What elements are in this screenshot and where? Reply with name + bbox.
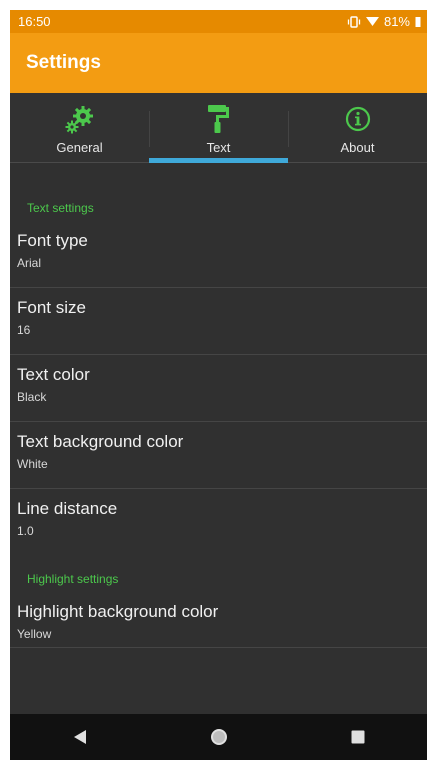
tab-about-label: About bbox=[340, 140, 375, 155]
section-header-text-settings: Text settings bbox=[27, 201, 94, 215]
battery-percent: 81% bbox=[383, 14, 410, 29]
tab-text-label: Text bbox=[206, 140, 231, 155]
pref-line-distance[interactable]: Line distance 1.0 bbox=[10, 489, 427, 556]
app-bar: Settings bbox=[10, 33, 427, 93]
pref-summary: 1.0 bbox=[17, 524, 34, 538]
tab-bar: General Text About bbox=[10, 93, 427, 163]
pref-title: Font size bbox=[17, 298, 86, 317]
pref-summary: Yellow bbox=[17, 627, 52, 641]
pref-title: Font type bbox=[17, 231, 88, 250]
pref-text-background-color[interactable]: Text background color White bbox=[10, 422, 427, 489]
pref-font-type[interactable]: Font type Arial bbox=[10, 221, 427, 288]
pref-highlight-background-color[interactable]: Highlight background color Yellow bbox=[10, 592, 427, 648]
tab-general[interactable]: General bbox=[10, 93, 149, 162]
pref-summary: 16 bbox=[17, 323, 31, 337]
section-header-highlight-settings: Highlight settings bbox=[27, 572, 119, 586]
pref-summary: White bbox=[17, 457, 48, 471]
pref-title: Highlight background color bbox=[17, 602, 219, 621]
status-icons: 81% bbox=[347, 14, 421, 29]
home-icon[interactable] bbox=[199, 717, 239, 757]
pref-title: Line distance bbox=[17, 499, 118, 518]
tab-general-label: General bbox=[56, 140, 103, 155]
pref-summary: Black bbox=[17, 390, 47, 404]
pref-title: Text color bbox=[17, 365, 90, 384]
settings-list: Text settings Font type Arial Font size … bbox=[10, 163, 427, 648]
back-icon[interactable] bbox=[60, 717, 100, 757]
vibrate-icon bbox=[347, 15, 361, 28]
info-icon bbox=[345, 104, 371, 134]
tab-text[interactable]: Text bbox=[149, 93, 288, 163]
battery-icon bbox=[415, 16, 421, 27]
status-time: 16:50 bbox=[18, 14, 51, 29]
wifi-icon bbox=[365, 16, 379, 27]
page-title: Settings bbox=[26, 52, 101, 73]
pref-title: Text background color bbox=[17, 432, 184, 451]
phone-screen: 16:50 81% Settings General Text About Te… bbox=[10, 10, 427, 760]
status-bar: 16:50 81% bbox=[10, 10, 427, 33]
pref-font-size[interactable]: Font size 16 bbox=[10, 288, 427, 355]
tab-about[interactable]: About bbox=[288, 93, 427, 162]
pref-text-color[interactable]: Text color Black bbox=[10, 355, 427, 422]
system-nav-bar bbox=[10, 714, 427, 760]
recents-icon[interactable] bbox=[338, 717, 378, 757]
paint-roller-icon bbox=[206, 104, 232, 134]
gears-icon bbox=[63, 104, 97, 134]
pref-summary: Arial bbox=[17, 256, 42, 270]
